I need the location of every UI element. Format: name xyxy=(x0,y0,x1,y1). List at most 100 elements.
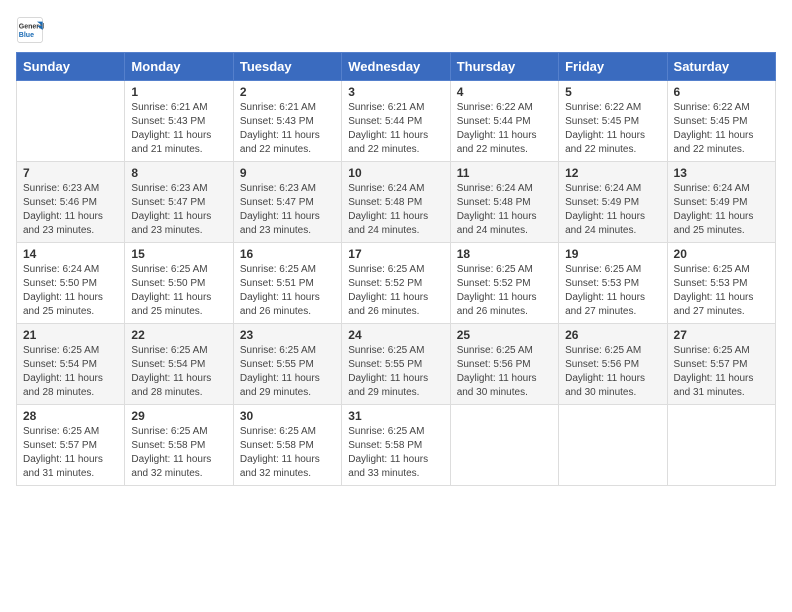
calendar-cell: 8 Sunrise: 6:23 AM Sunset: 5:47 PM Daylig… xyxy=(125,162,233,243)
day-number: 14 xyxy=(23,247,118,261)
calendar-cell: 22 Sunrise: 6:25 AM Sunset: 5:54 PM Dayli… xyxy=(125,324,233,405)
header-day-sunday: Sunday xyxy=(17,53,125,81)
day-number: 8 xyxy=(131,166,226,180)
day-info: Sunrise: 6:21 AM Sunset: 5:44 PM Dayligh… xyxy=(348,101,443,157)
calendar-cell: 1Sunrise: 6:21 AM Sunset: 5:43 PM Daylig… xyxy=(125,81,233,162)
day-number: 23 xyxy=(240,328,335,342)
day-info: Sunrise: 6:25 AM Sunset: 5:50 PM Dayligh… xyxy=(131,263,226,319)
calendar-cell: 15 Sunrise: 6:25 AM Sunset: 5:50 PM Dayli… xyxy=(125,243,233,324)
day-info: Sunrise: 6:23 AM Sunset: 5:47 PM Dayligh… xyxy=(131,182,226,238)
calendar-cell: 30 Sunrise: 6:25 AM Sunset: 5:58 PM Dayli… xyxy=(233,405,341,486)
calendar-cell: 27 Sunrise: 6:25 AM Sunset: 5:57 PM Dayli… xyxy=(667,324,775,405)
day-info: Sunrise: 6:25 AM Sunset: 5:56 PM Dayligh… xyxy=(565,344,660,400)
day-info: Sunrise: 6:25 AM Sunset: 5:54 PM Dayligh… xyxy=(131,344,226,400)
day-info: Sunrise: 6:25 AM Sunset: 5:58 PM Dayligh… xyxy=(131,425,226,481)
day-number: 10 xyxy=(348,166,443,180)
calendar-cell: 6 Sunrise: 6:22 AM Sunset: 5:45 PM Daylig… xyxy=(667,81,775,162)
header-day-monday: Monday xyxy=(125,53,233,81)
day-info: Sunrise: 6:25 AM Sunset: 5:58 PM Dayligh… xyxy=(240,425,335,481)
logo: General Blue xyxy=(16,16,48,44)
day-info: Sunrise: 6:25 AM Sunset: 5:56 PM Dayligh… xyxy=(457,344,552,400)
day-info: Sunrise: 6:22 AM Sunset: 5:45 PM Dayligh… xyxy=(674,101,769,157)
header-day-thursday: Thursday xyxy=(450,53,558,81)
header-day-tuesday: Tuesday xyxy=(233,53,341,81)
week-row-1: 1Sunrise: 6:21 AM Sunset: 5:43 PM Daylig… xyxy=(17,81,776,162)
day-number: 24 xyxy=(348,328,443,342)
day-info: Sunrise: 6:24 AM Sunset: 5:49 PM Dayligh… xyxy=(674,182,769,238)
day-number: 4 xyxy=(457,85,552,99)
svg-text:Blue: Blue xyxy=(19,32,34,39)
day-info: Sunrise: 6:24 AM Sunset: 5:49 PM Dayligh… xyxy=(565,182,660,238)
week-row-4: 21Sunrise: 6:25 AM Sunset: 5:54 PM Dayli… xyxy=(17,324,776,405)
week-row-2: 7 Sunrise: 6:23 AM Sunset: 5:46 PM Daylig… xyxy=(17,162,776,243)
day-number: 16 xyxy=(240,247,335,261)
day-info: Sunrise: 6:25 AM Sunset: 5:57 PM Dayligh… xyxy=(674,344,769,400)
week-row-5: 28 Sunrise: 6:25 AM Sunset: 5:57 PM Dayli… xyxy=(17,405,776,486)
calendar-cell: 13 Sunrise: 6:24 AM Sunset: 5:49 PM Dayli… xyxy=(667,162,775,243)
day-number: 18 xyxy=(457,247,552,261)
day-number: 6 xyxy=(674,85,769,99)
day-number: 5 xyxy=(565,85,660,99)
header-day-friday: Friday xyxy=(559,53,667,81)
day-info: Sunrise: 6:25 AM Sunset: 5:54 PM Dayligh… xyxy=(23,344,118,400)
day-info: Sunrise: 6:23 AM Sunset: 5:46 PM Dayligh… xyxy=(23,182,118,238)
calendar-cell: 25 Sunrise: 6:25 AM Sunset: 5:56 PM Dayli… xyxy=(450,324,558,405)
day-number: 22 xyxy=(131,328,226,342)
day-info: Sunrise: 6:22 AM Sunset: 5:44 PM Dayligh… xyxy=(457,101,552,157)
calendar-cell: 18 Sunrise: 6:25 AM Sunset: 5:52 PM Dayli… xyxy=(450,243,558,324)
day-number: 3 xyxy=(348,85,443,99)
day-info: Sunrise: 6:24 AM Sunset: 5:50 PM Dayligh… xyxy=(23,263,118,319)
day-info: Sunrise: 6:22 AM Sunset: 5:45 PM Dayligh… xyxy=(565,101,660,157)
calendar-cell: 19 Sunrise: 6:25 AM Sunset: 5:53 PM Dayli… xyxy=(559,243,667,324)
calendar-cell: 21Sunrise: 6:25 AM Sunset: 5:54 PM Dayli… xyxy=(17,324,125,405)
calendar-cell: 5 Sunrise: 6:22 AM Sunset: 5:45 PM Daylig… xyxy=(559,81,667,162)
day-number: 25 xyxy=(457,328,552,342)
day-number: 20 xyxy=(674,247,769,261)
day-info: Sunrise: 6:25 AM Sunset: 5:53 PM Dayligh… xyxy=(565,263,660,319)
calendar-cell: 31 Sunrise: 6:25 AM Sunset: 5:58 PM Dayli… xyxy=(342,405,450,486)
calendar-cell: 29Sunrise: 6:25 AM Sunset: 5:58 PM Dayli… xyxy=(125,405,233,486)
day-info: Sunrise: 6:24 AM Sunset: 5:48 PM Dayligh… xyxy=(457,182,552,238)
day-info: Sunrise: 6:21 AM Sunset: 5:43 PM Dayligh… xyxy=(131,101,226,157)
day-number: 15 xyxy=(131,247,226,261)
day-info: Sunrise: 6:25 AM Sunset: 5:51 PM Dayligh… xyxy=(240,263,335,319)
calendar-cell: 11 Sunrise: 6:24 AM Sunset: 5:48 PM Dayli… xyxy=(450,162,558,243)
day-number: 31 xyxy=(348,409,443,423)
day-number: 11 xyxy=(457,166,552,180)
day-info: Sunrise: 6:25 AM Sunset: 5:57 PM Dayligh… xyxy=(23,425,118,481)
day-number: 27 xyxy=(674,328,769,342)
calendar-table: SundayMondayTuesdayWednesdayThursdayFrid… xyxy=(16,52,776,486)
day-number: 12 xyxy=(565,166,660,180)
calendar-cell: 14 Sunrise: 6:24 AM Sunset: 5:50 PM Dayli… xyxy=(17,243,125,324)
calendar-cell xyxy=(559,405,667,486)
day-number: 2 xyxy=(240,85,335,99)
day-info: Sunrise: 6:25 AM Sunset: 5:58 PM Dayligh… xyxy=(348,425,443,481)
day-number: 9 xyxy=(240,166,335,180)
day-info: Sunrise: 6:23 AM Sunset: 5:47 PM Dayligh… xyxy=(240,182,335,238)
day-number: 13 xyxy=(674,166,769,180)
week-row-3: 14 Sunrise: 6:24 AM Sunset: 5:50 PM Dayli… xyxy=(17,243,776,324)
day-number: 28 xyxy=(23,409,118,423)
calendar-cell: 26Sunrise: 6:25 AM Sunset: 5:56 PM Dayli… xyxy=(559,324,667,405)
day-info: Sunrise: 6:25 AM Sunset: 5:52 PM Dayligh… xyxy=(348,263,443,319)
calendar-cell: 4 Sunrise: 6:22 AM Sunset: 5:44 PM Daylig… xyxy=(450,81,558,162)
header-day-wednesday: Wednesday xyxy=(342,53,450,81)
day-info: Sunrise: 6:25 AM Sunset: 5:52 PM Dayligh… xyxy=(457,263,552,319)
logo-icon: General Blue xyxy=(16,16,44,44)
day-number: 17 xyxy=(348,247,443,261)
day-info: Sunrise: 6:21 AM Sunset: 5:43 PM Dayligh… xyxy=(240,101,335,157)
day-number: 19 xyxy=(565,247,660,261)
calendar-cell: 7 Sunrise: 6:23 AM Sunset: 5:46 PM Daylig… xyxy=(17,162,125,243)
calendar-cell: 2 Sunrise: 6:21 AM Sunset: 5:43 PM Daylig… xyxy=(233,81,341,162)
page-header: General Blue xyxy=(16,16,776,44)
day-info: Sunrise: 6:25 AM Sunset: 5:55 PM Dayligh… xyxy=(240,344,335,400)
day-number: 7 xyxy=(23,166,118,180)
calendar-cell: 9 Sunrise: 6:23 AM Sunset: 5:47 PM Daylig… xyxy=(233,162,341,243)
calendar-cell: 10Sunrise: 6:24 AM Sunset: 5:48 PM Dayli… xyxy=(342,162,450,243)
day-number: 30 xyxy=(240,409,335,423)
day-info: Sunrise: 6:25 AM Sunset: 5:55 PM Dayligh… xyxy=(348,344,443,400)
calendar-cell: 16 Sunrise: 6:25 AM Sunset: 5:51 PM Dayli… xyxy=(233,243,341,324)
calendar-cell xyxy=(17,81,125,162)
calendar-cell: 20Sunrise: 6:25 AM Sunset: 5:53 PM Dayli… xyxy=(667,243,775,324)
calendar-cell: 28 Sunrise: 6:25 AM Sunset: 5:57 PM Dayli… xyxy=(17,405,125,486)
